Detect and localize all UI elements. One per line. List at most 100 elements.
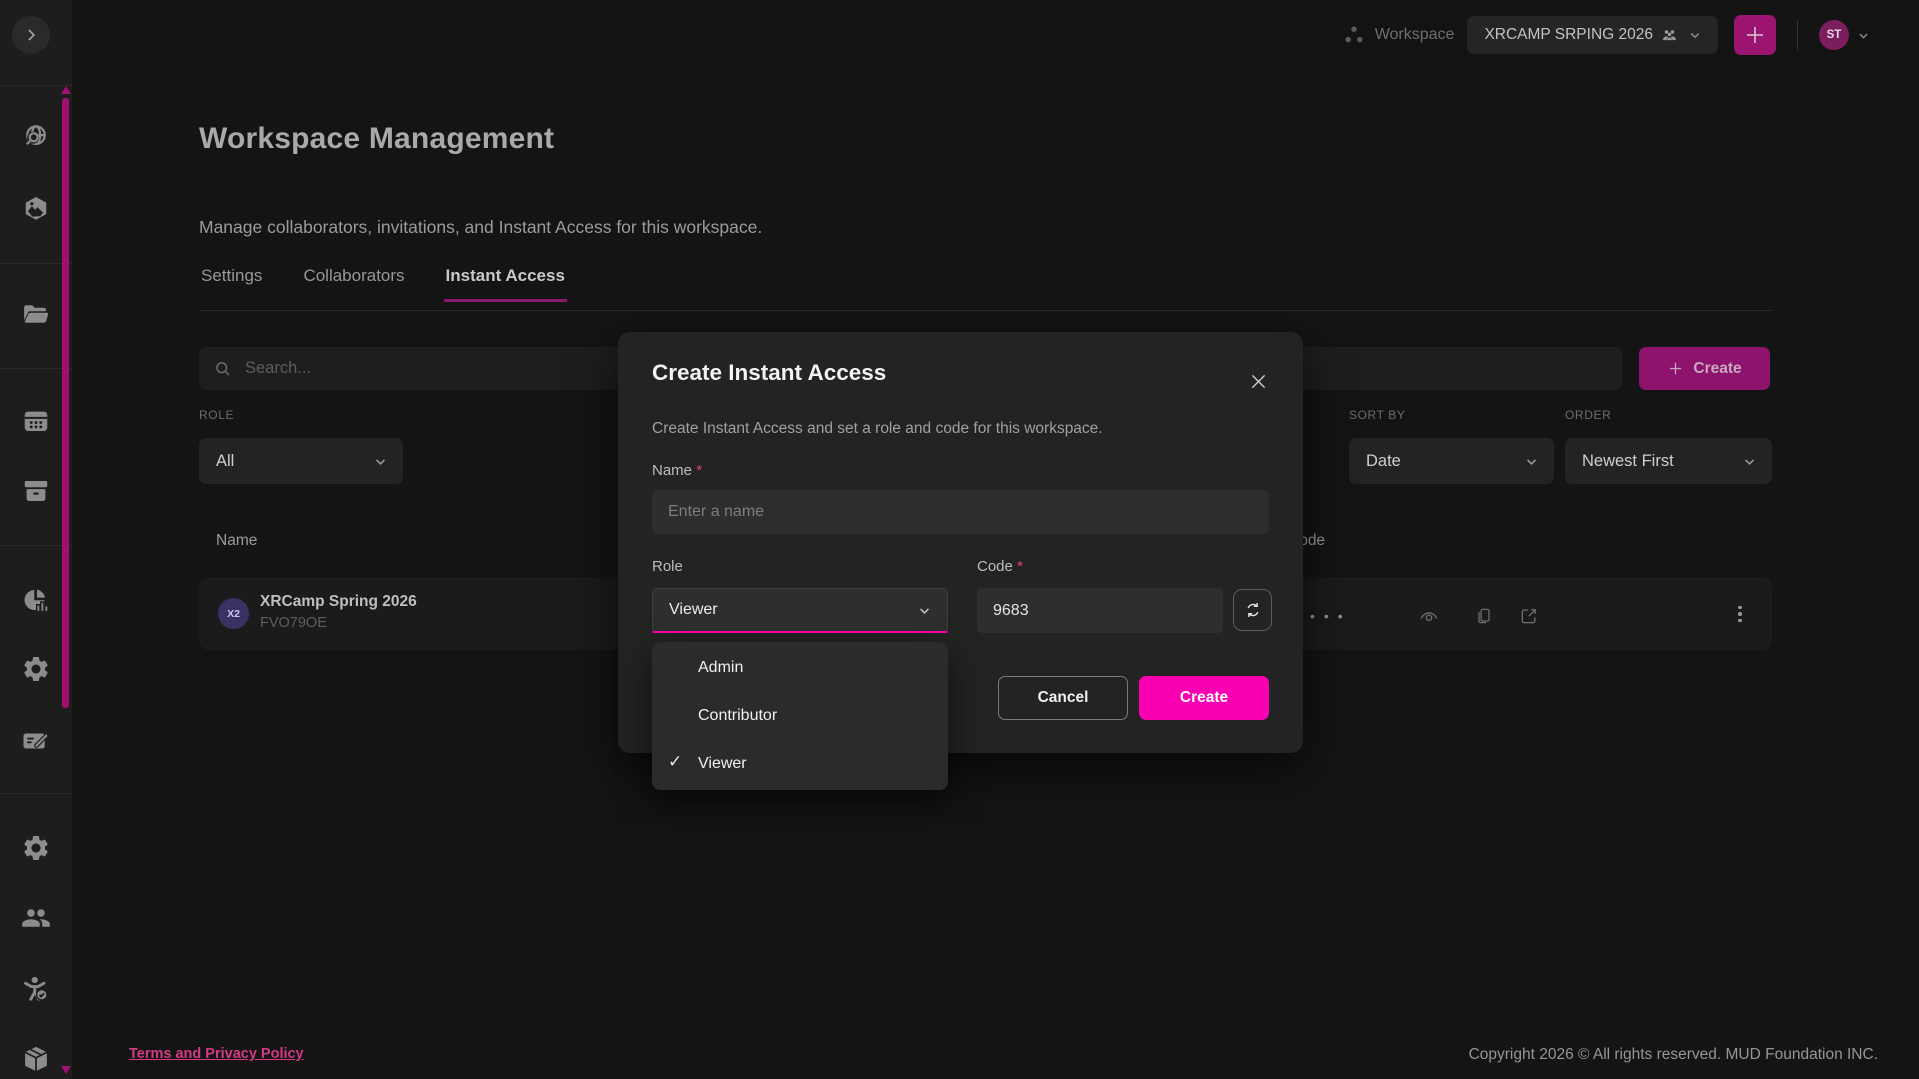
row-name: XRCamp Spring 2026 — [260, 593, 417, 611]
copyright-text: Copyright 2026 © All rights reserved. MU… — [1469, 1046, 1878, 1064]
member-check-icon — [21, 974, 51, 1004]
sidebar-item-settings[interactable] — [21, 654, 51, 684]
gear-icon — [21, 654, 51, 684]
open-link-button[interactable] — [1519, 606, 1539, 626]
sort-by-label: SORT BY — [1349, 408, 1405, 422]
calendar-grid-icon — [21, 406, 51, 436]
role-option-contributor[interactable]: Contributor — [652, 692, 948, 740]
topbar-divider — [1797, 20, 1798, 50]
name-label-text: Name — [652, 462, 692, 479]
role-option-label: Viewer — [698, 755, 747, 773]
sidebar-item-assets[interactable] — [21, 194, 51, 224]
globe-search-icon — [21, 122, 51, 152]
order-value: Newest First — [1582, 452, 1674, 471]
code-field-label: Code * — [977, 558, 1023, 575]
plus-icon — [1667, 360, 1684, 377]
card-edit-icon — [21, 726, 51, 756]
gear-icon — [21, 833, 51, 863]
sort-by-dropdown[interactable]: Date — [1349, 438, 1554, 484]
chevron-down-icon — [1855, 27, 1872, 44]
page-title: Workspace Management — [199, 122, 554, 156]
sidebar-item-explore[interactable] — [21, 122, 51, 152]
sidebar-item-analytics[interactable] — [21, 586, 51, 616]
code-input[interactable] — [977, 588, 1223, 633]
scrollbar-up-arrow[interactable] — [61, 86, 71, 94]
sidebar-item-packages[interactable] — [21, 1044, 51, 1074]
sidebar-item-sessions[interactable] — [21, 406, 51, 436]
refresh-icon — [1243, 600, 1263, 620]
role-select[interactable]: Viewer — [652, 588, 948, 633]
terms-privacy-link[interactable]: Terms and Privacy Policy — [129, 1046, 304, 1062]
tab-bar: Settings Collaborators Instant Access — [199, 266, 567, 302]
search-icon — [213, 359, 233, 379]
role-option-viewer[interactable]: ✓ Viewer — [652, 740, 948, 788]
row-menu-button[interactable] — [1730, 603, 1750, 625]
name-column-header: Name — [216, 532, 257, 550]
cancel-button[interactable]: Cancel — [998, 676, 1128, 720]
scrollbar-down-arrow[interactable] — [61, 1066, 71, 1074]
sidebar-item-licenses[interactable] — [21, 726, 51, 756]
order-label: ORDER — [1565, 408, 1611, 422]
sidebar-expand-button[interactable] — [12, 16, 50, 54]
sidebar-item-archive[interactable] — [21, 476, 51, 506]
archive-box-icon — [21, 476, 51, 506]
chevron-down-icon — [371, 452, 390, 471]
plus-icon — [1743, 23, 1767, 47]
chevron-down-icon — [1686, 26, 1704, 44]
tab-bar-rule — [199, 310, 1772, 311]
pie-chart-icon — [21, 586, 51, 616]
row-code-id: FVO79OE — [260, 615, 327, 631]
role-dropdown-menu: Admin Contributor ✓ Viewer — [652, 642, 948, 790]
tab-collaborators[interactable]: Collaborators — [301, 266, 406, 302]
page-subtitle: Manage collaborators, invitations, and I… — [199, 217, 762, 238]
copy-code-button[interactable] — [1474, 606, 1494, 626]
workspace-selector[interactable]: XRCAMP SRPING 2026 — [1467, 16, 1718, 54]
modal-create-button[interactable]: Create — [1139, 676, 1269, 720]
app-window: Workspace XRCAMP SRPING 2026 ST — [0, 0, 1919, 1079]
people-icon — [21, 903, 51, 933]
add-workspace-button[interactable] — [1734, 15, 1776, 55]
required-asterisk: * — [1017, 558, 1023, 575]
sidebar-item-workspace-settings[interactable] — [21, 833, 51, 863]
masked-code: ••• — [1310, 608, 1352, 624]
chevron-down-icon — [915, 601, 934, 620]
cube-media-icon — [21, 194, 51, 224]
account-menu-button[interactable]: ST — [1819, 20, 1872, 50]
sidebar — [0, 0, 72, 1079]
avatar: ST — [1819, 20, 1849, 50]
chevron-right-icon — [21, 25, 41, 45]
group-icon — [1660, 26, 1679, 45]
package-box-icon — [21, 1044, 51, 1074]
role-filter-dropdown[interactable]: All — [199, 438, 403, 484]
role-option-admin[interactable]: Admin — [652, 644, 948, 692]
chevron-down-icon — [1522, 452, 1541, 471]
workspace-label: Workspace — [1375, 26, 1455, 44]
eye-icon — [1418, 606, 1440, 628]
name-field-label: Name * — [652, 462, 702, 479]
role-filter-label: ROLE — [199, 408, 234, 422]
tab-instant-access[interactable]: Instant Access — [444, 266, 567, 302]
kebab-icon — [1738, 606, 1742, 610]
role-field-label: Role — [652, 558, 683, 575]
row-avatar: X2 — [218, 598, 249, 629]
create-button-label: Create — [1693, 360, 1741, 378]
modal-close-button[interactable] — [1245, 368, 1271, 394]
workspace-nodes-icon — [1342, 23, 1366, 47]
modal-title: Create Instant Access — [652, 360, 886, 386]
external-link-icon — [1519, 606, 1539, 626]
folder-open-icon — [21, 299, 51, 329]
chevron-down-icon — [1740, 452, 1759, 471]
name-input[interactable] — [652, 490, 1269, 534]
tab-settings[interactable]: Settings — [199, 266, 264, 302]
sidebar-item-projects[interactable] — [21, 299, 51, 329]
create-instant-access-button[interactable]: Create — [1639, 347, 1770, 390]
regenerate-code-button[interactable] — [1233, 589, 1272, 631]
code-label-text: Code — [977, 558, 1013, 575]
modal-description: Create Instant Access and set a role and… — [652, 420, 1103, 438]
sidebar-item-members[interactable] — [21, 974, 51, 1004]
scrollbar-thumb[interactable] — [62, 98, 69, 708]
order-dropdown[interactable]: Newest First — [1565, 438, 1772, 484]
topbar: Workspace XRCAMP SRPING 2026 ST — [0, 0, 1919, 70]
reveal-code-button[interactable] — [1418, 606, 1440, 628]
sidebar-item-collaborators[interactable] — [21, 903, 51, 933]
